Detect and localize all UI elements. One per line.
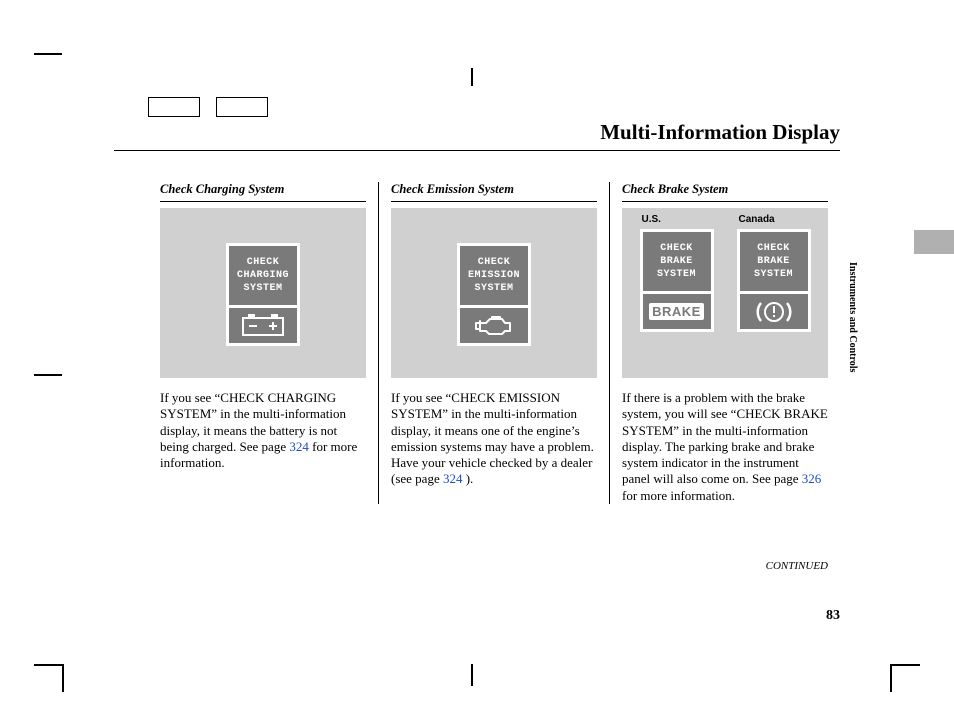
message-line: CHECK: [231, 256, 295, 269]
message-box: CHECK CHARGING SYSTEM: [226, 243, 300, 308]
body-text-pre: If there is a problem with the brake sys…: [622, 390, 828, 486]
column-heading: Check Emission System: [391, 182, 597, 197]
heading-rule: [391, 201, 597, 202]
crop-mark: [34, 53, 62, 55]
body-text: If you see “CHECK CHARGING SYSTEM” in th…: [160, 390, 366, 471]
page-link[interactable]: 326: [802, 471, 822, 486]
crop-mark: [34, 664, 62, 666]
column-charging: Check Charging System CHECK CHARGING SYS…: [148, 182, 378, 504]
variant-label: U.S.: [640, 214, 661, 225]
continued-label: CONTINUED: [766, 560, 828, 572]
crop-mark: [892, 664, 920, 666]
section-label: Instruments and Controls: [847, 262, 858, 372]
body-text-pre: If you see “CHECK EMISSION SYSTEM” in th…: [391, 390, 594, 486]
column-emission: Check Emission System CHECK EMISSION SYS…: [378, 182, 609, 504]
variant-label: Canada: [737, 214, 775, 225]
message-line: CHECK: [645, 242, 709, 255]
brake-warning-icon: [737, 294, 811, 332]
placeholder-box: [148, 97, 200, 117]
message-box: CHECK BRAKE SYSTEM: [737, 229, 811, 294]
heading-rule: [622, 201, 828, 202]
message-line: BRAKE: [742, 255, 806, 268]
message-line: SYSTEM: [742, 268, 806, 281]
column-heading: Check Charging System: [160, 182, 366, 197]
page-link[interactable]: 324: [289, 439, 309, 454]
title-rule: [114, 150, 840, 151]
crop-mark: [62, 664, 64, 692]
page-link[interactable]: 324: [443, 471, 463, 486]
message-line: SYSTEM: [462, 282, 526, 295]
message-line: CHECK: [742, 242, 806, 255]
column-brake: Check Brake System U.S. CHECK BRAKE SYST…: [609, 182, 840, 504]
crop-mark: [34, 374, 62, 376]
message-box: CHECK EMISSION SYSTEM: [457, 243, 531, 308]
placeholder-box: [216, 97, 268, 117]
message-line: CHARGING: [231, 269, 295, 282]
variant-canada: Canada CHECK BRAKE SYSTEM: [737, 214, 811, 370]
body-text-post: ).: [462, 471, 473, 486]
engine-icon: [457, 308, 531, 346]
variant-us: U.S. CHECK BRAKE SYSTEM BRAKE: [640, 214, 714, 370]
body-text: If you see “CHECK EMISSION SYSTEM” in th…: [391, 390, 597, 488]
message-line: CHECK: [462, 256, 526, 269]
content-columns: Check Charging System CHECK CHARGING SYS…: [148, 182, 840, 504]
page-title: Multi-Information Display: [600, 120, 840, 145]
crop-mark: [471, 68, 473, 86]
crop-mark: [471, 664, 473, 686]
message-line: SYSTEM: [645, 268, 709, 281]
display-graphic: CHECK EMISSION SYSTEM: [391, 208, 597, 378]
crop-mark: [890, 664, 892, 692]
section-tab: [914, 230, 954, 254]
message-line: SYSTEM: [231, 282, 295, 295]
battery-icon: [226, 308, 300, 346]
message-box: CHECK BRAKE SYSTEM: [640, 229, 714, 294]
body-text-post: for more information.: [622, 488, 735, 503]
brake-word: BRAKE: [649, 303, 704, 320]
brake-word-icon: BRAKE: [640, 294, 714, 332]
body-text: If there is a problem with the brake sys…: [622, 390, 828, 504]
message-line: BRAKE: [645, 255, 709, 268]
heading-rule: [160, 201, 366, 202]
page-number: 83: [826, 608, 840, 624]
display-graphic: CHECK CHARGING SYSTEM: [160, 208, 366, 378]
message-line: EMISSION: [462, 269, 526, 282]
column-heading: Check Brake System: [622, 182, 828, 197]
display-graphic: U.S. CHECK BRAKE SYSTEM BRAKE Canada CHE…: [622, 208, 828, 378]
